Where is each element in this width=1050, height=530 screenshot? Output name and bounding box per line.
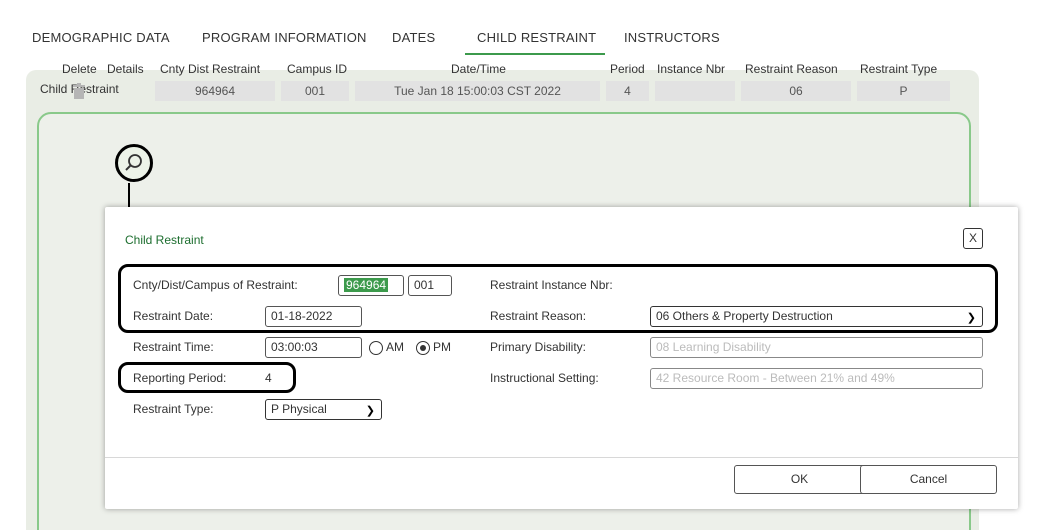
details-button[interactable] [115,144,153,182]
column-header-date-time: Date/Time [451,62,506,76]
column-header-instance-nbr: Instance Nbr [657,62,726,76]
restraint-reason-select[interactable]: 06 Others & Property Destruction ❯ [650,306,983,327]
column-header-delete: Delete [62,62,97,76]
delete-trash-icon[interactable] [72,83,86,99]
pm-radio[interactable] [416,341,430,355]
restraint-type-value: P Physical [271,402,327,416]
cell-instance-nbr [655,81,735,101]
child-restraint-dialog: Child Restraint X Cnty/Dist/Campus of Re… [105,207,1018,509]
pm-label: PM [433,340,451,354]
cell-restraint-reason: 06 [741,81,851,101]
instructional-setting-field: 42 Resource Room - Between 21% and 49% [650,368,983,389]
dialog-title: Child Restraint [125,233,204,247]
chevron-down-icon: ❯ [966,312,976,324]
chevron-down-icon: ❯ [365,405,375,417]
column-header-details: Details [107,62,144,76]
cell-date-time: Tue Jan 18 15:00:03 CST 2022 [355,81,600,101]
cell-restraint-type: P [857,81,950,101]
cell-cnty-dist-restraint: 964964 [155,81,275,101]
instance-nbr-label: Restraint Instance Nbr: [490,278,613,292]
restraint-date-field[interactable]: 01-18-2022 [265,306,362,327]
tab-instructors[interactable]: INSTRUCTORS [624,30,720,45]
restraint-reason-value: 06 Others & Property Destruction [656,309,833,323]
restraint-date-label: Restraint Date: [133,309,214,323]
restraint-time-label: Restraint Time: [133,340,214,354]
search-icon [125,154,142,171]
cnty-dist-value: 964964 [344,278,389,292]
column-header-cnty-dist-restraint: Cnty Dist Restraint [160,62,261,76]
ok-button[interactable]: OK [734,465,865,494]
column-header-campus-id: Campus ID [287,62,348,76]
tab-child-restraint[interactable]: CHILD RESTRAINT [477,30,596,45]
restraint-time-field[interactable]: 03:00:03 [265,337,362,358]
tab-demographic-data[interactable]: DEMOGRAPHIC DATA [32,30,170,45]
close-button[interactable]: X [963,228,983,249]
instructional-setting-label: Instructional Setting: [490,371,599,385]
restraint-reason-label: Restraint Reason: [490,309,587,323]
tab-dates[interactable]: DATES [392,30,435,45]
reporting-period-value: 4 [265,371,272,385]
column-header-restraint-reason: Restraint Reason [745,62,838,76]
restraint-type-label: Restraint Type: [133,402,214,416]
dialog-footer-divider [105,457,1018,458]
primary-disability-field: 08 Learning Disability [650,337,983,358]
am-radio[interactable] [369,341,383,355]
tab-bar: DEMOGRAPHIC DATA PROGRAM INFORMATION DAT… [0,0,1050,70]
reporting-period-label: Reporting Period: [133,371,227,385]
cancel-button[interactable]: Cancel [860,465,997,494]
cnty-dist-campus-label: Cnty/Dist/Campus of Restraint: [133,278,298,292]
cell-campus-id: 001 [281,81,349,101]
active-tab-indicator [465,53,605,55]
cell-period: 4 [606,81,649,101]
restraint-type-select[interactable]: P Physical ❯ [265,399,382,420]
am-label: AM [386,340,404,354]
campus-field[interactable]: 001 [408,275,452,296]
primary-disability-label: Primary Disability: [490,340,587,354]
tab-program-information[interactable]: PROGRAM INFORMATION [202,30,367,45]
column-header-restraint-type: Restraint Type [860,62,938,76]
cnty-dist-field[interactable]: 964964 [338,275,404,296]
column-header-period: Period [610,62,645,76]
